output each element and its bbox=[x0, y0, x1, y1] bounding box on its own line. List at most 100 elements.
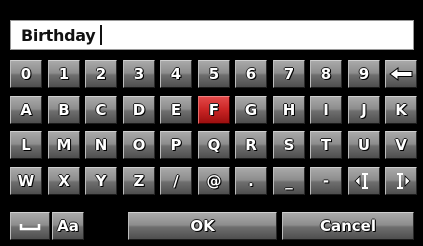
backspace-key[interactable] bbox=[385, 60, 417, 88]
key-9[interactable]: 9 bbox=[348, 60, 380, 88]
key-label: Z bbox=[133, 172, 145, 190]
key-label: I bbox=[323, 101, 329, 119]
key-label: S bbox=[283, 136, 295, 154]
key-v[interactable]: V bbox=[385, 131, 417, 159]
case-toggle-key[interactable]: Aa bbox=[52, 212, 84, 240]
cursor-left-key[interactable] bbox=[348, 167, 380, 195]
key-k[interactable]: K bbox=[385, 96, 417, 124]
key-label: X bbox=[58, 172, 70, 190]
key-label: 1 bbox=[58, 65, 70, 83]
key-label: 2 bbox=[95, 65, 107, 83]
key-label: P bbox=[170, 136, 182, 154]
key-label: G bbox=[244, 101, 258, 119]
key-label: . bbox=[248, 172, 254, 190]
key-label: @ bbox=[206, 172, 222, 190]
cursor-right-key[interactable] bbox=[385, 167, 417, 195]
key-s[interactable]: S bbox=[273, 131, 305, 159]
key-label: 6 bbox=[245, 65, 257, 83]
key-label: C bbox=[95, 101, 107, 119]
key-b[interactable]: B bbox=[48, 96, 80, 124]
key-label: L bbox=[21, 136, 31, 154]
key-g[interactable]: G bbox=[235, 96, 267, 124]
key-label: O bbox=[132, 136, 146, 154]
key-d[interactable]: D bbox=[123, 96, 155, 124]
key-at[interactable]: @ bbox=[198, 167, 230, 195]
key-o[interactable]: O bbox=[123, 131, 155, 159]
key-label: U bbox=[357, 136, 371, 154]
key-n[interactable]: N bbox=[85, 131, 117, 159]
key-6[interactable]: 6 bbox=[235, 60, 267, 88]
key-label: A bbox=[20, 101, 32, 119]
key-label: 8 bbox=[320, 65, 332, 83]
key-label: V bbox=[395, 136, 407, 154]
key-5[interactable]: 5 bbox=[198, 60, 230, 88]
key-1[interactable]: 1 bbox=[48, 60, 80, 88]
key-y[interactable]: Y bbox=[85, 167, 117, 195]
key-label: Q bbox=[207, 136, 221, 154]
key-label: 5 bbox=[208, 65, 220, 83]
key-label: 0 bbox=[20, 65, 32, 83]
virtual-keyboard-screen: Birthday 0 1 2 3 4 5 6 7 8 9 A B C D E F G H I J K L M N O P Q R S T U… bbox=[0, 0, 423, 246]
key-label: 4 bbox=[170, 65, 182, 83]
key-label: Y bbox=[95, 172, 107, 190]
key-label: K bbox=[395, 101, 407, 119]
key-label: N bbox=[94, 136, 108, 154]
key-label: M bbox=[56, 136, 72, 154]
backspace-arrow-icon bbox=[389, 67, 413, 81]
key-label: E bbox=[170, 101, 182, 119]
key-label: _ bbox=[285, 172, 293, 190]
key-r[interactable]: R bbox=[235, 131, 267, 159]
space-key[interactable] bbox=[10, 212, 50, 240]
key-label: - bbox=[322, 172, 330, 190]
key-period[interactable]: . bbox=[235, 167, 267, 195]
cursor-left-icon bbox=[354, 173, 368, 189]
text-input-field[interactable]: Birthday bbox=[10, 20, 414, 50]
key-label: R bbox=[245, 136, 257, 154]
key-2[interactable]: 2 bbox=[85, 60, 117, 88]
key-x[interactable]: X bbox=[48, 167, 80, 195]
key-0[interactable]: 0 bbox=[10, 60, 42, 88]
key-p[interactable]: P bbox=[160, 131, 192, 159]
input-value: Birthday bbox=[21, 25, 96, 45]
key-label: 7 bbox=[283, 65, 295, 83]
key-l[interactable]: L bbox=[10, 131, 42, 159]
key-label: F bbox=[208, 101, 220, 119]
key-h[interactable]: H bbox=[273, 96, 305, 124]
case-toggle-label: Aa bbox=[57, 217, 79, 235]
cancel-label: Cancel bbox=[319, 217, 376, 235]
key-underscore[interactable]: _ bbox=[273, 167, 305, 195]
key-m[interactable]: M bbox=[48, 131, 80, 159]
key-label: 3 bbox=[133, 65, 145, 83]
key-j[interactable]: J bbox=[348, 96, 380, 124]
key-label: 9 bbox=[358, 65, 370, 83]
space-icon bbox=[19, 224, 41, 231]
key-i[interactable]: I bbox=[310, 96, 342, 124]
key-c[interactable]: C bbox=[85, 96, 117, 124]
key-label: H bbox=[282, 101, 296, 119]
key-3[interactable]: 3 bbox=[123, 60, 155, 88]
key-slash[interactable]: / bbox=[160, 167, 192, 195]
ok-label: OK bbox=[190, 217, 215, 235]
text-caret bbox=[100, 25, 103, 45]
key-a[interactable]: A bbox=[10, 96, 42, 124]
cancel-button[interactable]: Cancel bbox=[282, 212, 414, 240]
key-u[interactable]: U bbox=[348, 131, 380, 159]
key-label: W bbox=[17, 172, 35, 190]
key-w[interactable]: W bbox=[10, 167, 42, 195]
key-label: / bbox=[173, 172, 179, 190]
key-label: D bbox=[132, 101, 146, 119]
key-t[interactable]: T bbox=[310, 131, 342, 159]
key-label: T bbox=[320, 136, 332, 154]
ok-button[interactable]: OK bbox=[128, 212, 277, 240]
key-z[interactable]: Z bbox=[123, 167, 155, 195]
key-dash[interactable]: - bbox=[310, 167, 342, 195]
key-7[interactable]: 7 bbox=[273, 60, 305, 88]
key-q[interactable]: Q bbox=[198, 131, 230, 159]
key-e[interactable]: E bbox=[160, 96, 192, 124]
cursor-right-icon bbox=[397, 173, 411, 189]
key-8[interactable]: 8 bbox=[310, 60, 342, 88]
key-f[interactable]: F bbox=[198, 96, 230, 124]
key-4[interactable]: 4 bbox=[160, 60, 192, 88]
key-label: B bbox=[58, 101, 70, 119]
key-label: J bbox=[361, 101, 367, 119]
